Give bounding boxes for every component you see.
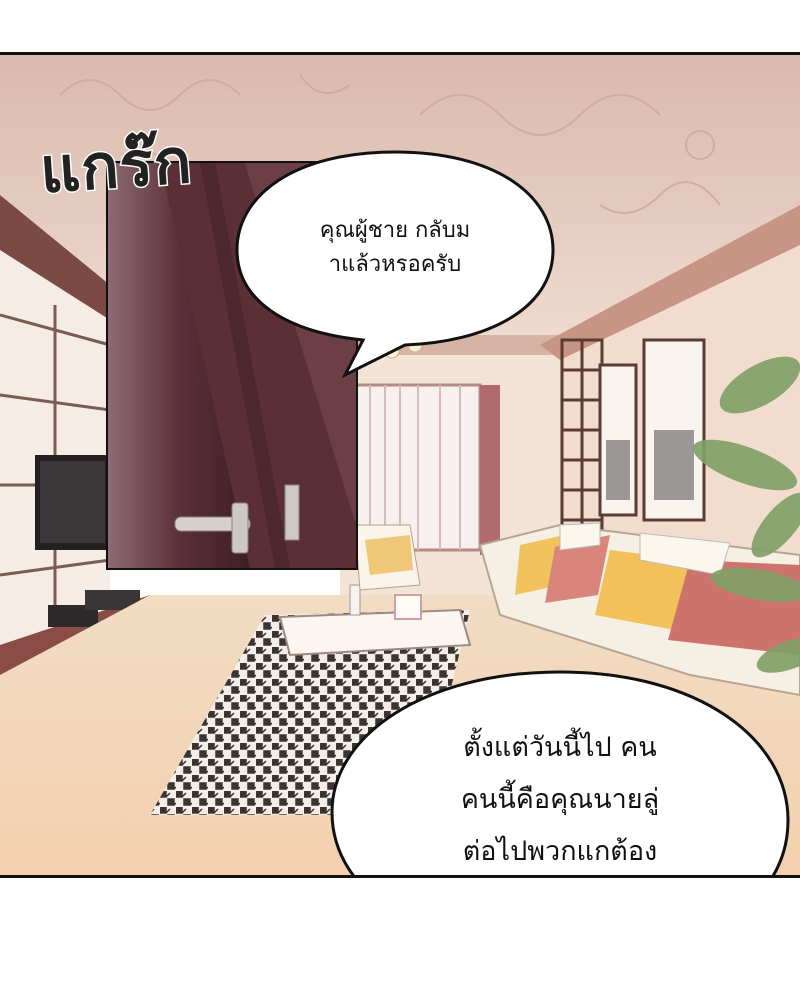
comic-panel: แกร๊ก คุณผู้ชาย กลับม าแล้วหรอครับ ตั้งแ… — [0, 52, 800, 878]
speech-bubble-2-text: ตั้งแต่วันนี้ไป คน คนนี้คือคุณนายลู่ ต่อ… — [460, 732, 660, 867]
speech-bubble-1-text: คุณผู้ชาย กลับม าแล้วหรอครับ — [319, 217, 471, 277]
sound-effect-text: แกร๊ก — [36, 122, 196, 208]
wall-frames — [598, 338, 706, 522]
speech-bubble-2: ตั้งแต่วันนี้ไป คน คนนี้คือคุณนายลู่ ต่อ… — [330, 670, 790, 875]
speech-bubble-1: คุณผู้ชาย กลับม าแล้วหรอครับ — [235, 150, 555, 380]
